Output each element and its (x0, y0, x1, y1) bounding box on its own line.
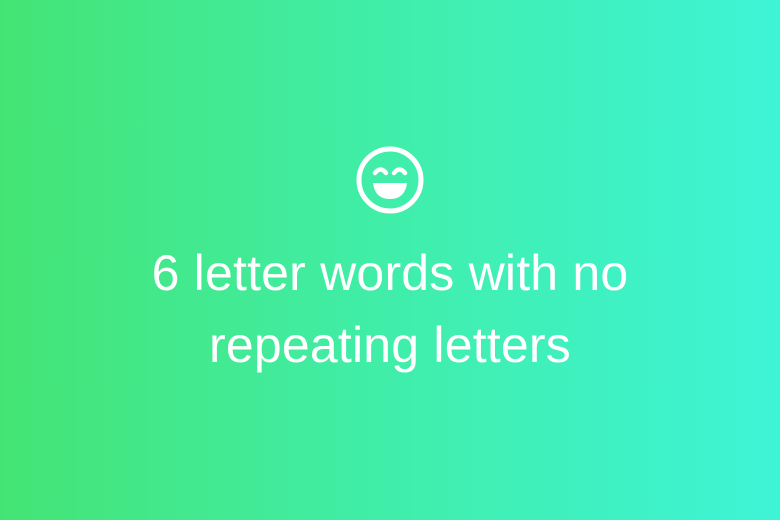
smiling-face-icon (356, 146, 424, 214)
headline-line-2: repeating letters (209, 317, 571, 373)
headline-line-1: 6 letter words with no (151, 245, 629, 301)
headline: 6 letter words with no repeating letters (92, 237, 689, 381)
hero-banner: 6 letter words with no repeating letters (0, 0, 780, 520)
